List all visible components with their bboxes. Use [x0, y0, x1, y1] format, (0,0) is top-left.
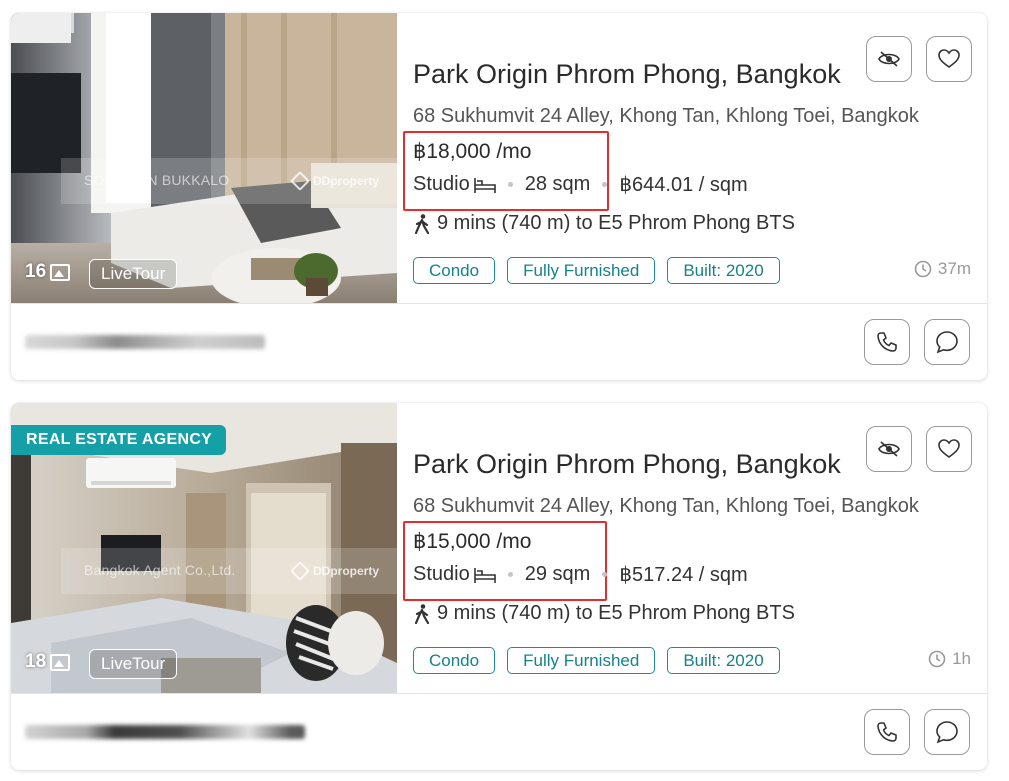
clock-icon: [914, 260, 932, 278]
transit-text: 9 mins (740 m) to E5 Phrom Phong BTS: [437, 212, 795, 234]
tag-list: Condo Fully Furnished Built: 2020: [413, 647, 780, 674]
watermark-brand: DDproperty: [313, 174, 380, 188]
transit-info: 9 mins (740 m) to E5 Phrom Phong BTS: [413, 212, 795, 235]
bedrooms-label: Studio: [413, 563, 470, 585]
listing-specs: Studio 28 sqm ฿644.01 / sqm: [413, 172, 748, 197]
watermark-logo: DDproperty: [290, 171, 380, 191]
ddproperty-logo-icon: [290, 171, 310, 191]
bed-icon: [473, 567, 496, 583]
separator-dot: [602, 182, 608, 187]
listing-address: 68 Sukhumvit 24 Alley, Khong Tan, Khlong…: [413, 105, 919, 127]
bedrooms-label: Studio: [413, 173, 470, 195]
tag-property-type: Condo: [413, 257, 496, 284]
tag-furnishing: Fully Furnished: [507, 257, 656, 284]
heart-icon: [938, 439, 960, 458]
listing-card[interactable]: Bangkok Agent Co.,Ltd. DDproperty REAL E…: [11, 403, 987, 770]
separator-dot: [507, 182, 513, 187]
listing-specs: Studio 29 sqm ฿517.24 / sqm: [413, 562, 748, 587]
tag-built-year: Built: 2020: [667, 257, 780, 284]
phone-icon: [877, 332, 897, 352]
chat-bubble-icon: [936, 331, 958, 354]
clock-icon: [928, 650, 946, 668]
photo-count-value: 18: [25, 651, 47, 672]
listing-address: 68 Sukhumvit 24 Alley, Khong Tan, Khlong…: [413, 495, 919, 517]
transit-text: 9 mins (740 m) to E5 Phrom Phong BTS: [437, 602, 795, 624]
listed-by-blurred: [25, 725, 305, 739]
call-button[interactable]: [864, 319, 910, 365]
favorite-button[interactable]: [926, 426, 972, 472]
chat-button[interactable]: [924, 319, 970, 365]
call-button[interactable]: [864, 709, 910, 755]
tag-list: Condo Fully Furnished Built: 2020: [413, 257, 780, 284]
photo-count: 16: [25, 261, 71, 283]
listing-title[interactable]: Park Origin Phrom Phong, Bangkok: [413, 59, 865, 90]
chat-button[interactable]: [924, 709, 970, 755]
listing-price: ฿15,000 /mo: [413, 530, 532, 553]
chat-bubble-icon: [936, 721, 958, 744]
floor-size: 29 sqm: [524, 563, 591, 585]
listing-price: ฿18,000 /mo: [413, 140, 532, 163]
hide-listing-button[interactable]: [866, 36, 912, 82]
listing-title[interactable]: Park Origin Phrom Phong, Bangkok: [413, 449, 865, 480]
hide-listing-button[interactable]: [866, 426, 912, 472]
eye-slash-icon: [878, 441, 900, 457]
ddproperty-logo-icon: [290, 561, 310, 581]
watermark-agent: Bangkok Agent Co.,Ltd.: [84, 562, 236, 578]
photo-count: 18: [25, 651, 71, 673]
eye-slash-icon: [878, 51, 900, 67]
price-per-sqm: ฿517.24 / sqm: [619, 564, 748, 586]
livetour-badge[interactable]: LiveTour: [89, 259, 178, 289]
floor-size: 28 sqm: [524, 173, 591, 195]
listing-photo[interactable]: Bangkok Agent Co.,Ltd. DDproperty REAL E…: [11, 403, 397, 693]
photo-count-value: 16: [25, 261, 47, 282]
watermark-brand: DDproperty: [313, 564, 380, 578]
image-icon: [50, 263, 71, 281]
posted-ago: 1h: [952, 649, 971, 668]
heart-icon: [938, 49, 960, 68]
watermark-logo: DDproperty: [290, 561, 380, 581]
listing-info: Park Origin Phrom Phong, Bangkok 68 Sukh…: [403, 13, 987, 303]
listing-info: Park Origin Phrom Phong, Bangkok 68 Sukh…: [403, 403, 987, 693]
separator-dot: [602, 572, 608, 577]
bed-icon: [473, 177, 496, 193]
posted-time: 1h: [928, 649, 971, 669]
agency-badge: REAL ESTATE AGENCY: [11, 425, 227, 455]
tag-furnishing: Fully Furnished: [507, 647, 656, 674]
card-divider: [11, 693, 987, 694]
image-icon: [50, 653, 71, 671]
walking-icon: [414, 603, 430, 624]
posted-ago: 37m: [937, 259, 971, 278]
listed-by-blurred: [25, 335, 265, 349]
listing-photo[interactable]: SOMPORN BUKKALO DDproperty 16 LiveTour: [11, 13, 397, 303]
card-divider: [11, 303, 987, 304]
tag-property-type: Condo: [413, 647, 496, 674]
price-per-sqm: ฿644.01 / sqm: [619, 174, 748, 196]
walking-icon: [414, 213, 430, 234]
livetour-badge[interactable]: LiveTour: [89, 649, 178, 679]
phone-icon: [877, 722, 897, 742]
watermark-agent: SOMPORN BUKKALO: [84, 172, 230, 188]
tag-built-year: Built: 2020: [667, 647, 780, 674]
favorite-button[interactable]: [926, 36, 972, 82]
listing-card[interactable]: SOMPORN BUKKALO DDproperty 16 LiveTour P…: [11, 13, 987, 380]
separator-dot: [507, 572, 513, 577]
posted-time: 37m: [914, 259, 971, 279]
transit-info: 9 mins (740 m) to E5 Phrom Phong BTS: [413, 602, 795, 625]
